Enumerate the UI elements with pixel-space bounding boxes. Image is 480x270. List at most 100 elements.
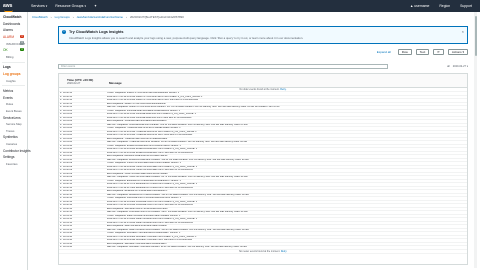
sidebar-item-label: Metrics — [3, 89, 14, 94]
row-message: START RequestId: 9d8e7f60-a1b2-4c3d-8e4f… — [107, 214, 181, 217]
top-navigation-bar: aws Services▾ Resource Groups▾ ✦ ▲ usern… — [0, 0, 480, 12]
breadcrumb-item[interactable]: /aws/lambda/LambdaFunctionName — [77, 15, 123, 19]
breadcrumb-separator-icon: › — [72, 14, 74, 19]
log-toolbar: Expand all Row Text ⟳ Actions ▾ — [58, 48, 468, 56]
sidebar-item-label: Logs — [3, 65, 11, 70]
sidebar-item-label: Event Buses — [6, 109, 22, 114]
row-timestamp: 06:30:50 — [63, 95, 73, 98]
sidebar-item-cloudwatch[interactable]: CloudWatch — [0, 14, 27, 21]
time-range-option[interactable]: 2020-02-27 ▾ — [453, 65, 468, 68]
row-message: END RequestId: e81d22f4-0b9a-4d3c-8c55-6… — [107, 155, 168, 157]
column-header-message[interactable]: Message — [107, 81, 467, 85]
sidebar-item-label: Settings — [3, 155, 15, 160]
sidebar-item-label: Log groups — [3, 72, 21, 77]
pin-icon[interactable]: ✦ — [94, 4, 97, 8]
topbar-menu-2[interactable]: Support — [460, 4, 472, 8]
sidebar-item-synthetics[interactable]: Synthetics — [0, 134, 27, 141]
time-range-option[interactable]: all — [447, 65, 450, 68]
actions-dropdown[interactable]: Actions ▾ — [447, 48, 468, 56]
sidebar-item-ok[interactable]: OK 0 — [0, 47, 27, 54]
time-range-selector: all 2020-02-27 ▾ — [447, 65, 468, 68]
row-timestamp: 06:31:02 — [63, 113, 73, 115]
topbar-menu-0[interactable]: ▲ username — [410, 4, 429, 8]
row-timestamp: 06:30:51 — [63, 102, 73, 105]
row-timestamp: 06:30:50 — [63, 92, 73, 94]
sidebar-item-events[interactable]: Events — [0, 95, 27, 102]
page-scrollbar[interactable] — [474, 12, 477, 268]
row-timestamp: 06:32:31 — [63, 190, 73, 192]
sidebar-item-metrics[interactable]: Metrics — [0, 88, 27, 95]
row-timestamp: 06:33:40 — [63, 242, 73, 245]
row-message: 2020-02-27T06:33:40.299Z 3e4f5a6b-7c8d-4… — [107, 239, 193, 241]
row-message: END RequestId: a0f9e3d2-6c7b-4e1a-9d8c-2… — [107, 190, 168, 192]
topbar-menu-1[interactable]: Region — [439, 4, 450, 8]
row-timestamp: 06:31:45 — [63, 155, 73, 157]
row-timestamp: 06:31:20 — [63, 137, 73, 140]
sidebar-item-label: Service Map — [6, 122, 22, 127]
retry-newer-link[interactable]: Retry. — [281, 250, 287, 253]
row-message: 2020-02-27T06:33:15.661Z 9d8e7f60-a1b2-4… — [107, 221, 193, 224]
newer-events-notice: No newer events found at the moment. Ret… — [59, 250, 467, 254]
sidebar-item-label: ServiceLens — [3, 115, 21, 120]
expand-all-toggle[interactable]: Expand all — [373, 49, 394, 55]
sidebar: CloudWatch Dashboards Alarms ALARM 0 INSUFFIC… — [0, 12, 31, 270]
row-message: END RequestId: 9fbef875-7cb4-445b-9913-a… — [107, 102, 166, 105]
close-icon[interactable]: × — [462, 29, 464, 34]
refresh-button[interactable]: ⟳ — [433, 48, 444, 56]
breadcrumb-item[interactable]: CloudWatch — [32, 15, 48, 19]
row-message: 2020-02-27T06:32:09.205Z 55b0c7e1-2d4f-4… — [107, 169, 193, 171]
row-timestamp: 06:32:58 — [63, 211, 73, 213]
sidebar-item-canaries[interactable]: Canaries — [0, 141, 27, 148]
sidebar-item-insights[interactable]: Insights — [0, 77, 27, 84]
services-menu[interactable]: Services▾ — [31, 4, 47, 8]
sidebar-item-logs[interactable]: Logs — [0, 64, 27, 71]
breadcrumb-item[interactable]: Log Groups — [55, 15, 70, 19]
sidebar-item-label: Synthetics — [3, 135, 18, 140]
row-timestamp: 06:31:02 — [63, 109, 73, 112]
sidebar-item-log-groups[interactable]: Log groups — [0, 71, 27, 78]
filter-events-input[interactable] — [58, 63, 388, 69]
row-message: 2020-02-27T06:33:15.660Z 9d8e7f60-a1b2-4… — [107, 218, 198, 220]
row-message: END RequestId: 9d8e7f60-a1b2-4c3d-8e4f-5… — [107, 225, 167, 227]
count-badge: 0 — [20, 34, 24, 39]
scrollbar-thumb[interactable] — [474, 16, 477, 56]
info-box-title: Try CloudWatch Logs Insights — [69, 30, 124, 34]
table-header: Time (UTC +00:00) 2020-02-27 Message — [59, 74, 467, 88]
sidebar-item-traces[interactable]: Traces — [0, 128, 27, 135]
breadcrumb-separator-icon: › — [125, 14, 127, 19]
row-message: 2020-02-27T06:32:58.041Z 1b2c3d4e-5f60-4… — [107, 204, 193, 206]
sidebar-item-event-buses[interactable]: Event Buses — [0, 108, 27, 115]
sidebar-item-billing[interactable]: Billing — [0, 54, 27, 61]
row-message: START RequestId: a0f9e3d2-6c7b-4e1a-9d8c… — [107, 179, 181, 182]
row-message: REPORT RequestId: e81d22f4-0b9a-4d3c Dur… — [107, 158, 249, 161]
row-timestamp: 06:33:40 — [63, 235, 73, 238]
row-timestamp: 06:31:20 — [63, 127, 73, 129]
row-timestamp: 06:30:51 — [63, 106, 73, 108]
sidebar-item-service-map[interactable]: Service Map — [0, 121, 27, 128]
sidebar-item-contributor-insights[interactable]: Contributor Insights — [0, 147, 31, 154]
retry-older-link[interactable]: Retry. — [280, 88, 286, 91]
info-box-body: CloudWatch Logs Insights allows you to s… — [69, 36, 304, 40]
sidebar-item-settings[interactable]: Settings — [0, 154, 27, 161]
column-header-time[interactable]: Time (UTC +00:00) 2020-02-27 — [59, 78, 107, 85]
sidebar-item-servicelens[interactable]: ServiceLens — [0, 114, 27, 121]
sidebar-item-label: Rules — [6, 102, 14, 107]
sidebar-item-alarm[interactable]: ALARM 0 — [0, 34, 27, 41]
row-timestamp: 06:31:44 — [63, 144, 73, 147]
sidebar-item-label: Insights — [6, 78, 16, 83]
sidebar-item-dashboards[interactable]: Dashboards — [0, 21, 27, 28]
row-view-button[interactable]: Row — [397, 48, 412, 56]
text-view-button[interactable]: Text — [415, 48, 430, 56]
row-message: 2020-02-27T06:30:50.952Z 9fbef875-7cb4-4… — [107, 99, 199, 101]
aws-logo[interactable]: aws — [3, 3, 17, 12]
info-icon: i — [62, 30, 66, 34]
row-timestamp: 06:32:31 — [63, 179, 73, 182]
sidebar-item-rules[interactable]: Rules — [0, 101, 27, 108]
row-message: REPORT RequestId: 3f4f3b9a-12ab-4f06 Dur… — [107, 123, 248, 126]
count-badge: 0 — [20, 41, 24, 45]
sidebar-item-insufficient[interactable]: INSUFFICIENT 0 — [0, 40, 27, 47]
resource-groups-menu[interactable]: Resource Groups▾ — [55, 4, 86, 8]
sidebar-item-favorites[interactable]: Favorites — [0, 160, 27, 167]
row-message: REPORT RequestId: 9fbef875-7cb4-445b-991… — [107, 106, 280, 108]
sidebar-item-alarms[interactable]: Alarms — [0, 27, 27, 34]
